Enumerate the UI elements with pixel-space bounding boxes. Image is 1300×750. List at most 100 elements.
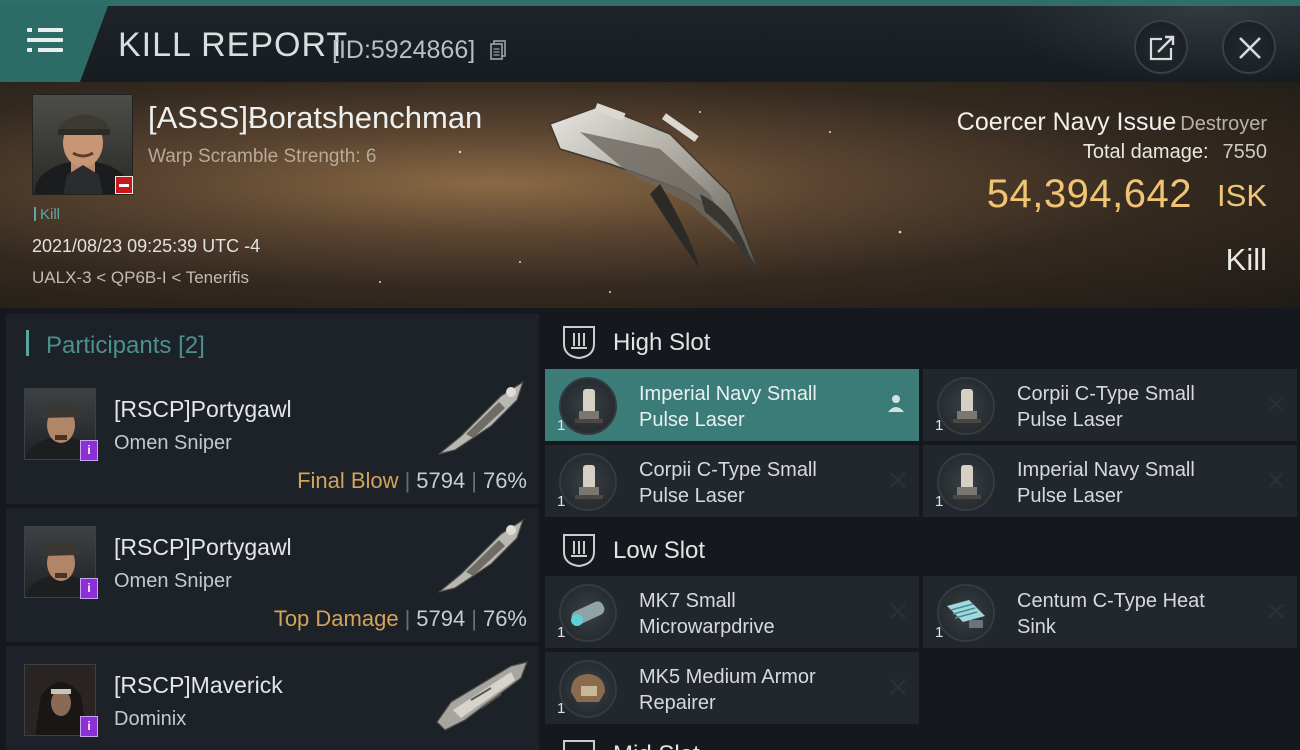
module-item[interactable]: 1 Centum C-Type Heat Sink (923, 576, 1297, 648)
share-icon (1149, 34, 1176, 61)
module-quantity: 1 (557, 700, 566, 717)
menu-button[interactable] (0, 6, 108, 82)
participant-stats: Final Blow | 5794 | 76% (297, 468, 527, 493)
module-name: Imperial Navy Small Pulse Laser (1017, 459, 1195, 507)
corp-badge: i (80, 440, 98, 461)
module-name: Imperial Navy Small Pulse Laser (639, 383, 817, 431)
ship-name-text: Coercer Navy Issue (956, 108, 1177, 136)
total-damage-label: Total damage: (1082, 141, 1209, 163)
pulse-laser-icon (937, 377, 995, 435)
module-quantity: 1 (557, 624, 566, 641)
participants-count: [2] (178, 332, 205, 359)
module-quantity: 1 (935, 493, 944, 510)
participant-stats: Top Damage | 5794 | 76% (273, 606, 527, 631)
kill-datetime: 2021/08/23 09:25:39 UTC -4 (32, 236, 261, 256)
corp-badge: i (80, 716, 98, 737)
participants-panel: Participants [2] i [RSCP]Portygawl Omen … (0, 308, 540, 750)
module-quantity: 1 (557, 493, 566, 510)
module-name: MK7 Small Microwarpdrive (639, 590, 775, 638)
destroyed-x-icon (890, 472, 906, 488)
module-item[interactable]: 1 MK7 Small Microwarpdrive (545, 576, 919, 648)
page-title: KILL REPORT (118, 26, 349, 64)
kill-tag: Kill (34, 206, 60, 223)
destroyed-x-icon (890, 679, 906, 695)
result-label: Kill (1225, 242, 1267, 277)
armor-repairer-icon (559, 660, 617, 718)
mid-slot-header: Mid Slot (545, 736, 1300, 750)
low-slot-label: Low Slot (613, 537, 706, 564)
pulse-laser-icon (937, 453, 995, 511)
destroyed-x-icon (1268, 603, 1284, 619)
victim-hero: [ASSS]Boratshenchman Warp Scramble Stren… (0, 82, 1300, 308)
destroyed-x-icon (890, 603, 906, 619)
participant-tag: Top Damage (273, 606, 399, 631)
destroyed-x-icon (1268, 472, 1284, 488)
participant-damage: 5794 (416, 606, 466, 631)
pulse-laser-icon (559, 377, 617, 435)
victim-subtitle: Warp Scramble Strength: 6 (148, 146, 377, 167)
high-slot-icon (563, 326, 595, 360)
corp-badge: i (80, 578, 98, 599)
participant-row[interactable]: i [RSCP]Maverick Dominix (6, 646, 539, 750)
module-item[interactable]: 1 Imperial Navy Small Pulse Laser (923, 445, 1297, 517)
person-icon (888, 395, 904, 412)
victim-ship-image[interactable] (540, 94, 770, 284)
module-name: MK5 Medium Armor Repairer (639, 666, 816, 714)
participant-name: [RSCP]Portygawl (114, 396, 292, 422)
module-name: Corpii C-Type Small Pulse Laser (639, 459, 817, 507)
fitting-panel: High Slot 1 Imperial Navy Small Pulse La… (545, 308, 1300, 750)
module-item[interactable]: 1 Imperial Navy Small Pulse Laser (545, 369, 919, 441)
isk-unit: ISK (1217, 178, 1267, 213)
module-quantity: 1 (935, 624, 944, 641)
participant-name: [RSCP]Maverick (114, 672, 283, 698)
top-bar: KILL REPORT [ID:5924866] (0, 0, 1300, 86)
victim-name[interactable]: [ASSS]Boratshenchman (148, 100, 482, 136)
module-item[interactable]: 1 Corpii C-Type Small Pulse Laser (545, 445, 919, 517)
ship-class: Destroyer (1180, 113, 1267, 135)
microwarpdrive-icon (559, 584, 617, 642)
security-status-badge (115, 176, 133, 194)
participant-name: [RSCP]Portygawl (114, 534, 292, 560)
participant-ship: Dominix (114, 708, 187, 730)
module-item[interactable]: 1 MK5 Medium Armor Repairer (545, 652, 919, 724)
mid-slot-label: Mid Slot (613, 741, 700, 750)
low-slot-icon (563, 534, 595, 568)
participant-percent: 76% (482, 468, 527, 493)
module-item[interactable]: 1 Corpii C-Type Small Pulse Laser (923, 369, 1297, 441)
participant-ship: Omen Sniper (114, 570, 232, 592)
participant-percent: 76% (482, 606, 527, 631)
heat-sink-icon (937, 584, 995, 642)
close-button[interactable] (1222, 20, 1276, 74)
module-name: Corpii C-Type Small Pulse Laser (1017, 383, 1195, 431)
participant-ship-image (438, 518, 525, 593)
participant-ship-image (436, 661, 528, 731)
mid-slot-icon (563, 740, 595, 750)
destroyed-x-icon (1268, 396, 1284, 412)
pulse-laser-icon (559, 453, 617, 511)
share-button[interactable] (1134, 20, 1188, 74)
kill-id: [ID:5924866] (332, 36, 476, 64)
isk-value: 54,394,642 (986, 172, 1192, 216)
module-name: Centum C-Type Heat Sink (1017, 590, 1205, 638)
participant-row[interactable]: i [RSCP]Portygawl Omen Sniper Top Damage… (6, 508, 539, 642)
total-damage-value: 7550 (1222, 141, 1268, 163)
kill-location[interactable]: UALX-3 < QP6B-I < Tenerifis (32, 268, 249, 288)
kill-tag-label: Kill (40, 206, 61, 223)
close-icon (1239, 37, 1261, 59)
participants-title-text: Participants (46, 332, 172, 359)
participant-row[interactable]: i [RSCP]Portygawl Omen Sniper Final Blow… (6, 370, 539, 504)
victim-ship-name[interactable]: Coercer Navy Issue Destroyer (957, 108, 1267, 137)
participant-ship: Omen Sniper (114, 432, 232, 454)
high-slot-label: High Slot (613, 329, 711, 356)
module-quantity: 1 (935, 417, 944, 434)
low-slot-header: Low Slot (545, 518, 1300, 578)
module-quantity: 1 (557, 417, 566, 434)
participant-tag: Final Blow (297, 468, 399, 493)
copy-icon[interactable] (490, 40, 506, 60)
total-damage: Total damage: 7550 (1083, 141, 1267, 164)
participants-title: Participants [2] (46, 332, 205, 360)
participant-damage: 5794 (416, 468, 466, 493)
participant-ship-image (438, 380, 525, 455)
high-slot-header: High Slot (545, 310, 1300, 370)
participants-header: Participants [2] (6, 314, 539, 372)
